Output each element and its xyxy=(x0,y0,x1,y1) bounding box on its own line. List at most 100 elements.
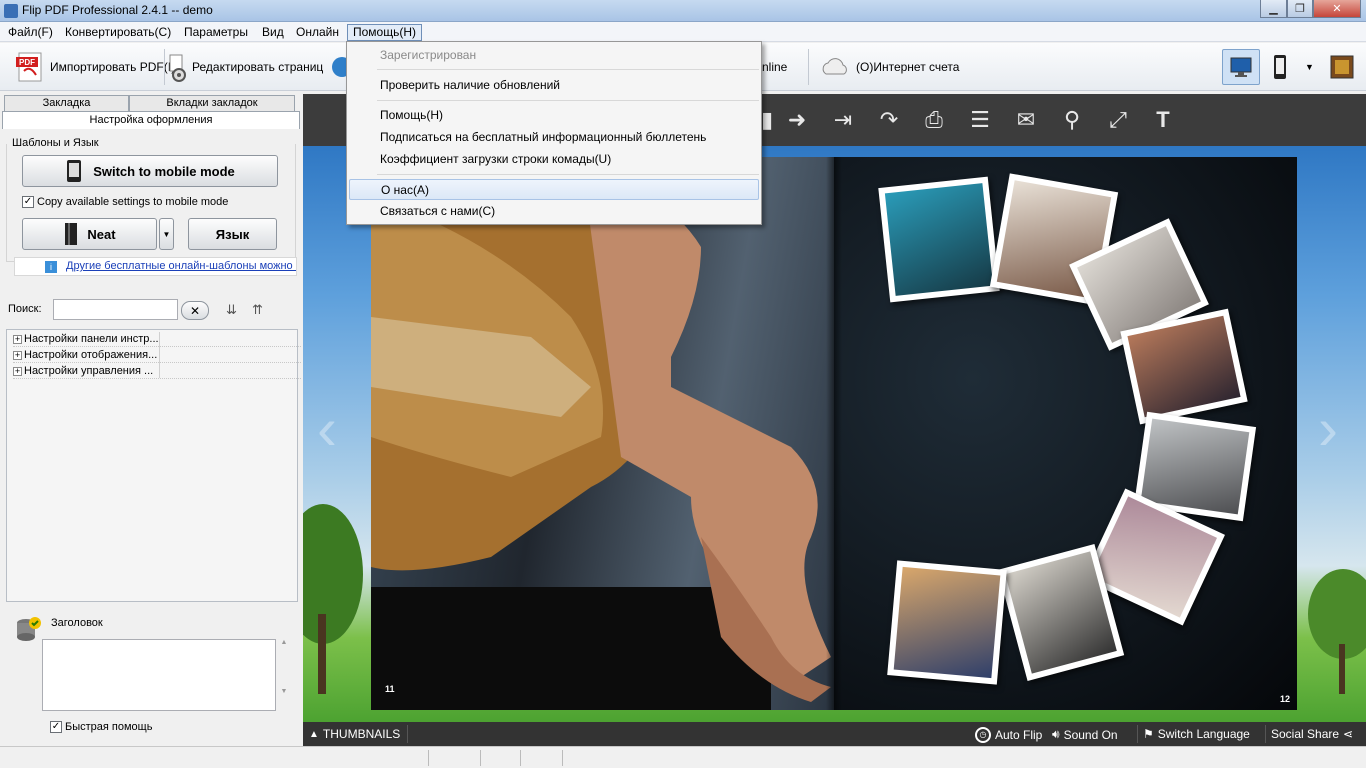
last-page-icon[interactable]: ⇥ xyxy=(829,106,857,134)
flag-icon: ⚑ xyxy=(1143,727,1154,741)
caption-textarea[interactable] xyxy=(42,639,276,711)
social-share-label: Social Share xyxy=(1271,727,1340,741)
caption-scrollbar[interactable]: ▲ ▼ xyxy=(278,639,290,711)
quick-help-checkbox[interactable]: ✓ xyxy=(50,721,62,733)
desktop-mode-button[interactable] xyxy=(1222,49,1260,85)
title-bar: Flip PDF Professional 2.4.1 -- demo ▁ ❐ … xyxy=(0,0,1366,22)
menu-file[interactable]: Файл(F) xyxy=(2,24,59,41)
clock-icon: ◷ xyxy=(975,727,991,743)
switch-language-label: Switch Language xyxy=(1157,727,1250,741)
thumbnail-photo xyxy=(887,560,1007,685)
settings-panel: Закладка Вкладки закладок Настройка офор… xyxy=(2,93,301,745)
next-page-icon[interactable]: ➜ xyxy=(783,106,811,134)
clear-search-button[interactable]: ✕ xyxy=(181,301,209,320)
expand-icon[interactable]: + xyxy=(13,350,22,360)
free-templates-link[interactable]: Другие бесплатные онлайн-шаблоны можно н xyxy=(66,260,296,272)
app-icon xyxy=(4,4,18,18)
viewer-bottom-bar: ▲ THUMBNAILS ◷ Auto Flip 🔊︎ Sound On ⚑ S… xyxy=(303,722,1366,746)
menu-help[interactable]: Помощь(H) xyxy=(347,24,423,41)
social-share-button[interactable]: Social Share ⋖ xyxy=(1271,727,1353,741)
menu-online[interactable]: Онлайн xyxy=(290,24,345,41)
edit-pages-label: Редактировать страниц xyxy=(192,60,324,74)
tree-right xyxy=(1308,569,1366,694)
auto-flip-button[interactable]: ◷ Auto Flip xyxy=(975,727,1042,743)
page-number-right: 12 xyxy=(1280,694,1291,704)
menu-item-load-factor[interactable]: Коэффициент загрузки строки комады(U) xyxy=(349,149,759,170)
edit-pages-button[interactable]: Редактировать страниц xyxy=(168,49,323,85)
mobile-mode-button[interactable] xyxy=(1272,49,1288,85)
right-page[interactable]: 12 xyxy=(834,157,1297,710)
template-neat-button[interactable]: Neat xyxy=(22,218,157,250)
sound-label: Sound On xyxy=(1063,727,1118,742)
expand-icon[interactable]: + xyxy=(13,334,22,344)
import-pdf-label: Импортировать PDF(I) xyxy=(50,60,176,74)
menu-item-help[interactable]: Помощь(H) xyxy=(349,105,759,126)
online-label: nline xyxy=(762,60,788,74)
collapse-all-icon[interactable]: ⇈ xyxy=(252,302,263,318)
menu-bar: Файл(F) Конвертировать(C) Параметры Вид … xyxy=(0,22,1366,42)
tab-bookmark-tabs[interactable]: Вкладки закладок xyxy=(129,95,295,112)
maximize-button[interactable]: ❐ xyxy=(1287,0,1313,18)
copy-settings-checkbox[interactable]: ✓ xyxy=(22,196,34,208)
thumbnails-button[interactable]: ▲ THUMBNAILS xyxy=(309,727,400,741)
import-pdf-button[interactable]: PDF Импортировать PDF(I) xyxy=(16,49,175,85)
status-bar xyxy=(0,746,1366,768)
tree-item-display[interactable]: + Настройки отображения... xyxy=(13,348,301,363)
phone-icon xyxy=(67,160,82,182)
tree-item-toolbar[interactable]: + Настройки панели инстр... xyxy=(13,332,301,347)
film-button[interactable] xyxy=(1330,49,1354,85)
minimize-button[interactable]: ▁ xyxy=(1260,0,1287,18)
menu-item-registered: Зарегистрирован xyxy=(380,48,477,62)
template-dropdown-arrow[interactable]: ▼ xyxy=(159,218,174,250)
share-arrow-icon[interactable]: ↷ xyxy=(875,106,903,134)
device-dropdown-arrow[interactable]: ▼ xyxy=(1305,49,1314,85)
menu-item-newsletter[interactable]: Подписаться на бесплатный информационный… xyxy=(349,127,759,148)
svg-text:PDF: PDF xyxy=(19,58,35,67)
switch-mobile-label: Switch to mobile mode xyxy=(93,163,235,179)
expand-all-icon[interactable]: ⇊ xyxy=(226,302,237,318)
window-title: Flip PDF Professional 2.4.1 -- demo xyxy=(22,3,213,17)
triangle-up-icon: ▲ xyxy=(309,728,319,740)
list-icon[interactable]: ☰ xyxy=(966,106,994,134)
prev-page-arrow[interactable]: ‹ xyxy=(317,394,337,463)
menu-convert[interactable]: Конвертировать(C) xyxy=(59,24,177,41)
free-templates-banner: i Другие бесплатные онлайн-шаблоны можно… xyxy=(14,257,297,276)
info-icon: i xyxy=(45,261,57,273)
gear-icon xyxy=(169,54,186,82)
online-account-label: (O)Интернет счета xyxy=(856,60,960,74)
menu-item-about[interactable]: О нас(A) xyxy=(349,179,759,200)
search-icon[interactable]: ⚲ xyxy=(1058,106,1086,134)
search-label: Поиск: xyxy=(8,303,42,315)
database-check-icon xyxy=(17,617,41,641)
menu-view[interactable]: Вид xyxy=(256,24,290,41)
open-book: 11 12 xyxy=(371,157,1297,710)
left-page[interactable]: 11 xyxy=(371,157,834,710)
switch-mobile-button[interactable]: Switch to mobile mode xyxy=(22,155,278,187)
online-button[interactable]: nline xyxy=(762,49,787,85)
online-account-button[interactable]: (O)Интернет счета xyxy=(820,49,959,85)
tree-item-control[interactable]: + Настройки управления ... xyxy=(13,364,301,379)
menu-item-check-updates[interactable]: Проверить наличие обновлений xyxy=(349,75,759,96)
close-button[interactable]: ✕ xyxy=(1313,0,1361,18)
search-input[interactable] xyxy=(53,299,178,320)
next-page-arrow[interactable]: › xyxy=(1318,394,1338,463)
help-menu-dropdown: Зарегистрирован Проверить наличие обновл… xyxy=(346,41,762,225)
tab-bookmark[interactable]: Закладка xyxy=(4,95,129,112)
design-settings-header: Настройка оформления xyxy=(2,111,300,129)
text-icon[interactable]: T xyxy=(1149,106,1177,134)
language-button[interactable]: Язык xyxy=(188,218,277,250)
template-neat-label: Neat xyxy=(87,226,116,242)
fullscreen-icon[interactable]: ⤢ xyxy=(1104,106,1132,134)
expand-icon[interactable]: + xyxy=(13,366,22,376)
caption-label: Заголовок xyxy=(51,617,103,629)
menu-settings[interactable]: Параметры xyxy=(178,24,254,41)
fashion-photo xyxy=(371,157,831,710)
publish-button[interactable] xyxy=(330,49,346,85)
menu-item-contact[interactable]: Связаться с нами(C) xyxy=(349,201,759,222)
email-icon[interactable]: ✉ xyxy=(1012,106,1040,134)
film-icon xyxy=(1330,55,1354,79)
print-icon[interactable]: ⎙ xyxy=(920,106,948,134)
quick-help-label: Быстрая помощь xyxy=(65,721,153,733)
sound-button[interactable]: 🔊︎ Sound On xyxy=(1052,727,1118,742)
switch-language-button[interactable]: ⚑ Switch Language xyxy=(1143,727,1250,741)
